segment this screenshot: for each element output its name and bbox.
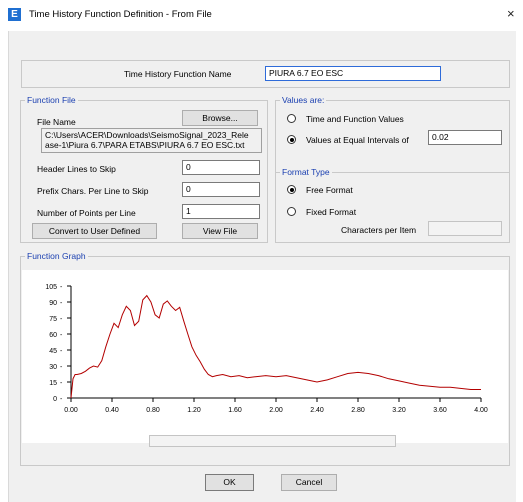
x-tick-label: 1.60 [228,407,242,414]
x-tick-label: 0.00 [64,407,78,414]
time-and-function-label: Time and Function Values [306,114,404,124]
y-tick-dash: - [60,396,63,403]
y-tick-dash: - [60,300,63,307]
header-lines-label: Header Lines to Skip [37,164,116,174]
file-name-label: File Name [37,117,76,127]
prefix-chars-label: Prefix Chars. Per Line to Skip [37,186,149,196]
browse-button[interactable]: Browse... [182,110,258,126]
free-format-label: Free Format [306,185,353,195]
fixed-format-label: Fixed Format [306,207,357,217]
values-are-group-title: Values are: [280,95,327,106]
x-tick-label: 0.80 [146,407,160,414]
y-tick-label: 75 [49,316,57,323]
dialog-client-area: Time History Function Name PIURA 6.7 EO … [8,31,516,502]
file-path-line-1: C:\Users\ACER\Downloads\SeismoSignal_202… [45,130,249,140]
close-icon[interactable]: × [507,6,515,21]
file-path-line-2: ase-1\Piura 6.7\PARA ETABS\PIURA 6.7 EO … [45,140,245,150]
function-graph-group: Function Graph 0-15-30-45-60-75-90-105-0… [20,251,510,466]
function-series-line [70,294,481,399]
function-name-input[interactable]: PIURA 6.7 EO ESC [265,66,441,81]
time-and-function-radio[interactable] [287,114,296,123]
x-tick-label: 2.80 [351,407,365,414]
prefix-chars-input[interactable]: 0 [182,182,260,197]
convert-to-user-defined-button[interactable]: Convert to User Defined [32,223,157,239]
y-tick-dash: - [60,348,63,355]
chars-per-item-input [428,221,502,236]
format-type-group-title: Format Type [280,167,332,178]
interval-value-input[interactable]: 0.02 [428,130,502,145]
chars-per-item-label: Characters per Item [341,225,417,235]
function-graph-canvas: 0-15-30-45-60-75-90-105-0.00 0.40 0.80 1.20… [22,270,508,443]
x-tick-label: 1.20 [187,407,201,414]
y-tick-dash: - [60,316,63,323]
y-tick-dash: - [60,332,63,339]
points-per-line-input[interactable]: 1 [182,204,260,219]
y-tick-dash: - [60,284,63,291]
equal-intervals-radio[interactable] [287,135,296,144]
y-tick-label: 30 [49,364,57,371]
y-tick-dash: - [60,364,63,371]
window-title: Time History Function Definition - From … [29,9,212,20]
function-graph-group-title: Function Graph [25,251,88,262]
x-tick-label: 4.00 [474,407,488,414]
free-format-radio[interactable] [287,185,296,194]
equal-intervals-label: Values at Equal Intervals of [306,135,409,145]
function-file-group-title: Function File [25,95,78,106]
y-tick-label: 90 [49,300,57,307]
x-tick-label: 3.20 [392,407,406,414]
fixed-format-radio[interactable] [287,207,296,216]
y-tick-label: 105 [45,284,57,291]
etabs-app-icon: E [8,8,21,21]
x-tick-label: 2.00 [269,407,283,414]
y-tick-label: 60 [49,332,57,339]
function-name-panel: Time History Function Name PIURA 6.7 EO … [21,60,510,88]
points-per-line-label: Number of Points per Line [37,208,136,218]
x-tick-label: 2.40 [310,407,324,414]
cancel-button[interactable]: Cancel [281,474,337,491]
y-tick-label: 0 [53,396,57,403]
header-lines-input[interactable]: 0 [182,160,260,175]
y-tick-label: 15 [49,380,57,387]
x-tick-label: 3.60 [433,407,447,414]
function-file-group: Function File File Name Browse... C:\Use… [20,95,268,243]
graph-status-bar [149,435,396,447]
function-graph-chart: 0 -15 -30 -45 -60 -75 -90 -105 -0.00 0.40 0.80 1.20… [45,284,488,414]
x-tick-label: 0.40 [105,407,119,414]
function-name-label: Time History Function Name [124,69,232,79]
format-type-group: Format Type Free Format Fixed Format Cha… [275,167,510,243]
view-file-button[interactable]: View File [182,223,258,239]
y-tick-dash: - [60,380,63,387]
ok-button[interactable]: OK [205,474,254,491]
title-bar: E Time History Function Definition - Fro… [0,0,523,30]
file-path-display: C:\Users\ACER\Downloads\SeismoSignal_202… [41,128,262,153]
y-tick-label: 45 [49,348,57,355]
